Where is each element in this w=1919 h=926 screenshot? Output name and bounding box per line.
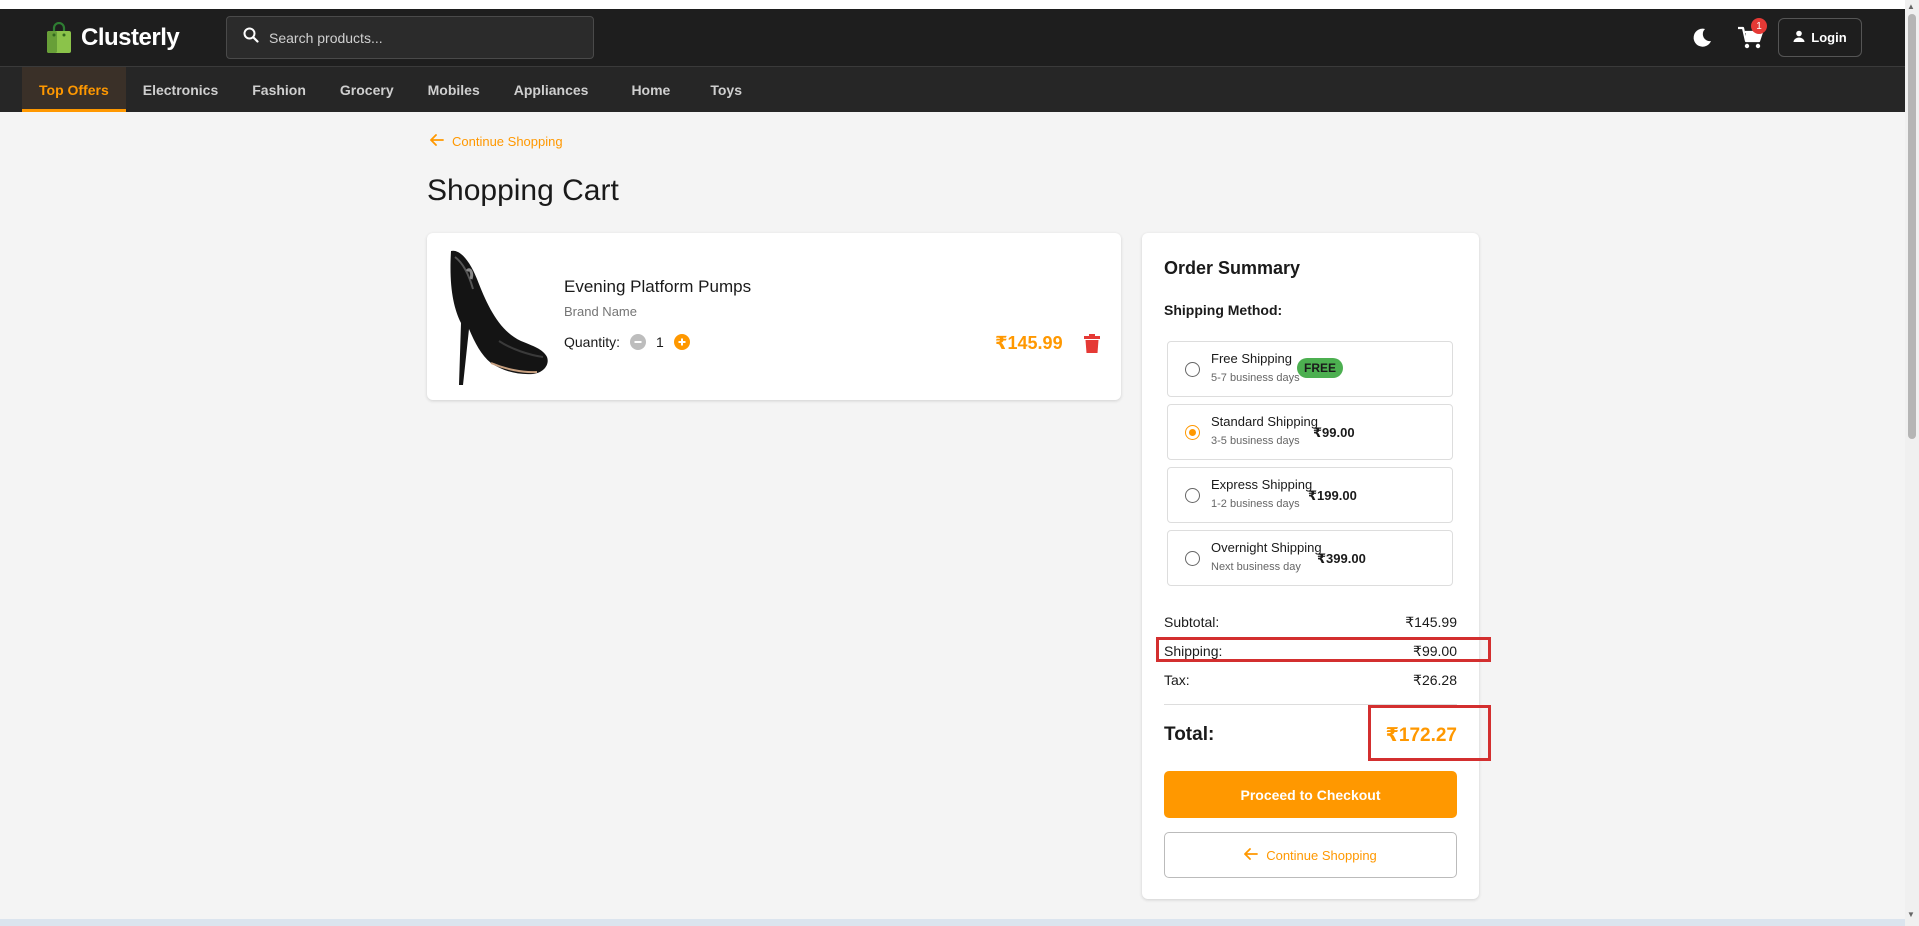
shipping-method-label: Shipping Method: (1164, 302, 1283, 318)
plus-icon (678, 338, 686, 346)
shipping-option-days: 3-5 business days (1211, 435, 1300, 447)
shipping-option-price: ₹199.00 (1308, 488, 1357, 503)
trash-icon[interactable] (1084, 334, 1100, 354)
nav-item-grocery[interactable]: Grocery (323, 67, 411, 112)
shipping-highlight-box (1156, 637, 1491, 662)
shipping-option-price: ₹99.00 (1313, 425, 1355, 440)
site-header: Clusterly 1 Login (0, 9, 1905, 67)
radio-free-shipping[interactable] (1185, 362, 1200, 377)
total-highlight-box (1368, 705, 1491, 761)
continue-shopping-link-label: Continue Shopping (452, 134, 563, 149)
quantity-label: Quantity: (564, 334, 621, 350)
nav-item-fashion[interactable]: Fashion (235, 67, 323, 112)
shipping-option-standard[interactable]: Standard Shipping 3-5 business days ₹99.… (1167, 404, 1453, 460)
tax-row: Tax: ₹26.28 (1164, 672, 1457, 689)
continue-shopping-button[interactable]: Continue Shopping (1164, 832, 1457, 878)
subtotal-label: Subtotal: (1164, 614, 1220, 630)
moon-icon[interactable] (1690, 26, 1714, 50)
nav-item-toys[interactable]: Toys (696, 67, 756, 112)
shipping-option-days: Next business day (1211, 561, 1301, 573)
minus-icon (634, 341, 642, 343)
scroll-up-arrow-icon[interactable]: ▲ (1907, 2, 1915, 11)
tax-label: Tax: (1164, 672, 1190, 688)
shipping-option-name: Express Shipping (1211, 477, 1313, 492)
subtotal-row: Subtotal: ₹145.99 (1164, 614, 1457, 631)
product-image[interactable] (437, 245, 552, 387)
arrow-left-icon (1244, 847, 1259, 863)
page-scrollbar[interactable]: ▲ ▼ (1905, 0, 1919, 926)
product-brand: Brand Name (564, 304, 637, 319)
site-logo[interactable]: Clusterly (45, 21, 180, 55)
shipping-option-days: 1-2 business days (1211, 498, 1300, 510)
quantity-stepper: Quantity: 1 (564, 334, 690, 350)
cart-count-badge: 1 (1751, 18, 1767, 34)
shipping-option-free[interactable]: Free Shipping 5-7 business days FREE (1167, 341, 1453, 397)
shipping-option-name: Standard Shipping (1211, 414, 1318, 429)
browser-bottom-strip (0, 919, 1905, 926)
continue-shopping-link[interactable]: Continue Shopping (430, 134, 563, 149)
shipping-option-name: Overnight Shipping (1211, 540, 1322, 555)
search-input[interactable] (269, 29, 569, 46)
browser-top-strip (0, 0, 1905, 9)
nav-item-top-offers[interactable]: Top Offers (22, 67, 126, 112)
radio-standard-shipping[interactable] (1185, 425, 1200, 440)
radio-overnight-shipping[interactable] (1185, 551, 1200, 566)
tax-value: ₹26.28 (1413, 672, 1457, 688)
total-label: Total: (1164, 724, 1215, 745)
shipping-option-express[interactable]: Express Shipping 1-2 business days ₹199.… (1167, 467, 1453, 523)
shipping-option-price: ₹399.00 (1317, 551, 1366, 566)
shopping-bag-logo-icon (45, 21, 73, 54)
cart-item-card: Evening Platform Pumps Brand Name Quanti… (427, 233, 1121, 400)
category-nav: Top Offers Electronics Fashion Grocery M… (0, 67, 1905, 112)
nav-item-home[interactable]: Home (605, 67, 696, 112)
product-name[interactable]: Evening Platform Pumps (564, 277, 751, 297)
quantity-value: 1 (656, 334, 664, 350)
scrollbar-thumb[interactable] (1908, 14, 1916, 439)
radio-express-shipping[interactable] (1185, 488, 1200, 503)
increase-quantity-button[interactable] (673, 334, 690, 350)
proceed-to-checkout-button[interactable]: Proceed to Checkout (1164, 771, 1457, 818)
shipping-option-days: 5-7 business days (1211, 372, 1300, 384)
shipping-option-overnight[interactable]: Overnight Shipping Next business day ₹39… (1167, 530, 1453, 586)
arrow-left-icon (430, 134, 444, 149)
shipping-option-name: Free Shipping (1211, 351, 1292, 366)
free-badge: FREE (1297, 358, 1344, 378)
search-icon (243, 27, 259, 48)
user-icon (1793, 30, 1805, 45)
nav-item-electronics[interactable]: Electronics (126, 67, 235, 112)
nav-item-appliances[interactable]: Appliances (497, 67, 606, 112)
search-bar[interactable] (226, 16, 594, 59)
login-button[interactable]: Login (1778, 18, 1862, 57)
logo-text: Clusterly (81, 24, 180, 51)
decrease-quantity-button[interactable] (630, 334, 647, 350)
order-summary-title: Order Summary (1164, 258, 1301, 278)
product-price: ₹145.99 (995, 333, 1063, 353)
subtotal-value: ₹145.99 (1405, 614, 1457, 630)
order-summary-panel: Order Summary Shipping Method: Free Ship… (1142, 233, 1479, 899)
scroll-down-arrow-icon[interactable]: ▼ (1907, 910, 1915, 919)
nav-item-mobiles[interactable]: Mobiles (411, 67, 497, 112)
login-label: Login (1811, 30, 1847, 45)
page-title: Shopping Cart (427, 174, 619, 207)
continue-shopping-button-label: Continue Shopping (1266, 847, 1377, 863)
